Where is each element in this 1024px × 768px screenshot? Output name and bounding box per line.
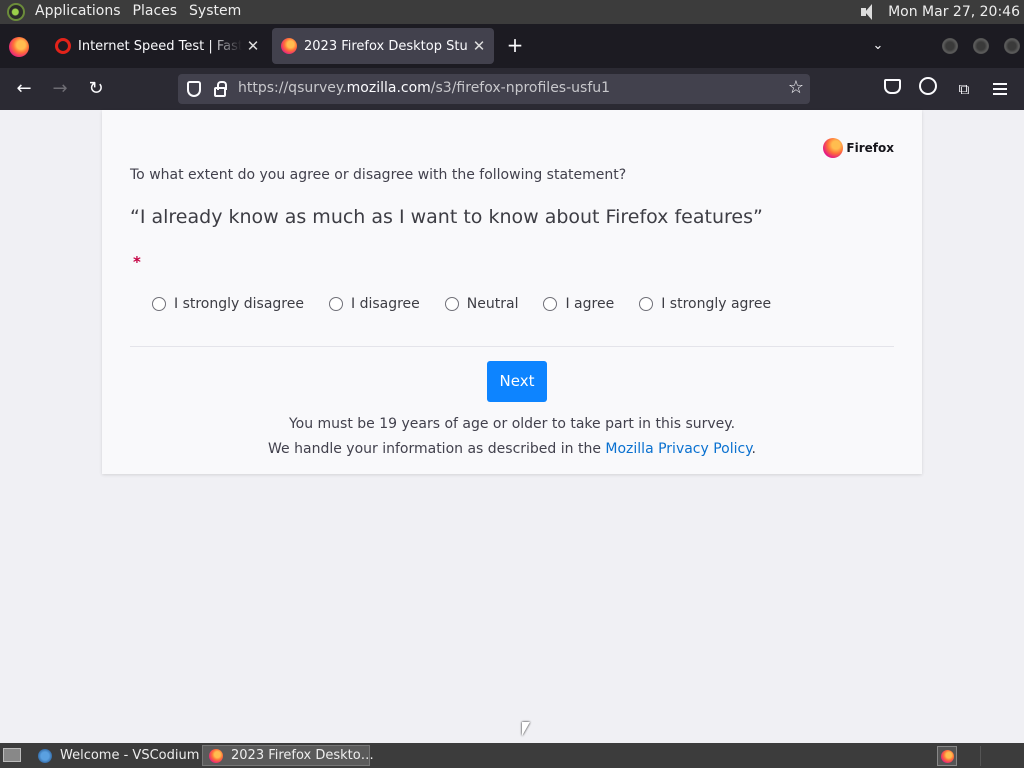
privacy-note: We handle your information as described … [102,441,922,457]
tab-title: 2023 Firefox Desktop Study [304,38,468,54]
tab-firefox-study[interactable]: 2023 Firefox Desktop Study ✕ [272,28,494,64]
account-icon[interactable] [916,77,940,101]
menu-system[interactable]: System [183,0,247,24]
task-label: 2023 Firefox Deskto… [231,748,374,763]
mouse-cursor-icon [522,722,530,736]
question-text: To what extent do you agree or disagree … [130,167,627,183]
tab-title: Internet Speed Test | Fast.com [78,38,242,54]
forward-arrow-icon[interactable]: → [48,77,72,101]
top-panel: Applications Places System Mon Mar 27, 2… [0,0,1024,24]
radio-button[interactable] [543,297,558,311]
tab-fast[interactable]: Internet Speed Test | Fast.com ✕ [46,28,268,64]
radio-button[interactable] [444,297,459,311]
option-label: I disagree [350,296,420,312]
divider [130,346,894,347]
survey-card: Firefox To what extent do you agree or d… [102,110,922,474]
reload-icon[interactable]: ↻ [84,77,108,101]
close-icon[interactable]: ✕ [468,37,490,55]
radio-button[interactable] [328,297,343,311]
firefox-icon [209,748,223,763]
age-note: You must be 19 years of age or older to … [288,416,736,432]
back-arrow-icon[interactable]: ← [12,77,36,101]
privacy-prefix: We handle your information as described … [268,441,606,457]
firefox-brand: Firefox [823,138,894,158]
tab-bar: Internet Speed Test | Fast.com ✕ 2023 Fi… [0,24,1024,68]
task-vscodium[interactable]: Welcome - VSCodium [32,745,200,766]
extensions-icon[interactable]: ⧉ [952,77,976,101]
task-firefox[interactable]: 2023 Firefox Deskto… [202,745,374,766]
fast-icon [55,38,71,54]
new-tab-button[interactable]: + [504,34,526,58]
radio-button[interactable] [152,297,166,311]
privacy-suffix: . [751,441,756,457]
next-button[interactable]: Next [487,361,547,402]
url-prefix: https://qsurvey. [238,80,347,96]
minimize-button[interactable] [942,38,958,54]
maximize-button[interactable] [973,38,989,54]
url-text[interactable]: https://qsurvey.mozilla.com/s3/firefox-n… [238,80,610,96]
answer-options: I strongly disagree I disagree Neutral I… [152,296,796,312]
option-label: I strongly agree [661,296,772,312]
close-icon[interactable]: ✕ [242,37,264,55]
option-label: I strongly disagree [174,296,304,312]
menu-places[interactable]: Places [127,0,184,24]
option-label: Neutral [466,296,519,312]
task-label: Welcome - VSCodium [60,748,200,763]
tray-separator [980,746,1000,766]
close-window-button[interactable] [1004,38,1020,54]
page-content: Firefox To what extent do you agree or d… [0,110,1024,743]
url-bar[interactable]: https://qsurvey.mozilla.com/s3/firefox-n… [178,74,810,104]
taskbar: Welcome - VSCodium 2023 Firefox Deskto… [0,743,1024,768]
bookmark-star-icon[interactable]: ☆ [788,77,804,98]
option-strongly-disagree[interactable]: I strongly disagree [152,296,304,312]
pocket-icon[interactable] [880,77,904,101]
statement-text: “I already know as much as I want to kno… [130,206,763,228]
list-tabs-chevron-icon[interactable]: ⌄ [866,34,890,58]
option-strongly-agree[interactable]: I strongly agree [639,296,771,312]
required-marker: * [133,253,141,271]
option-neutral[interactable]: Neutral [444,296,519,312]
url-host: mozilla.com [346,80,431,96]
option-agree[interactable]: I agree [543,296,614,312]
clock[interactable]: Mon Mar 27, 20:46 [888,4,1024,20]
privacy-policy-link[interactable]: Mozilla Privacy Policy [605,441,751,457]
brand-label: Firefox [846,141,894,155]
volume-icon[interactable] [858,2,880,22]
firefox-icon [281,38,297,54]
menu-applications[interactable]: Applications [29,0,127,24]
tray-firefox-icon[interactable] [937,746,957,766]
firefox-view-icon[interactable] [9,37,29,57]
vscodium-icon [38,748,52,763]
shield-icon[interactable] [187,81,201,97]
app-menu-icon[interactable] [988,77,1012,101]
url-path: /s3/firefox-nprofiles-usfu1 [430,80,611,96]
option-disagree[interactable]: I disagree [328,296,420,312]
show-desktop-icon[interactable] [3,748,21,762]
os-logo-icon[interactable] [7,3,25,21]
firefox-logo-icon [823,138,844,158]
lock-icon[interactable] [214,81,227,97]
option-label: I agree [565,296,615,312]
nav-bar: ← → ↻ https://qsurvey.mozilla.com/s3/fir… [0,68,1024,110]
radio-button[interactable] [639,297,654,311]
